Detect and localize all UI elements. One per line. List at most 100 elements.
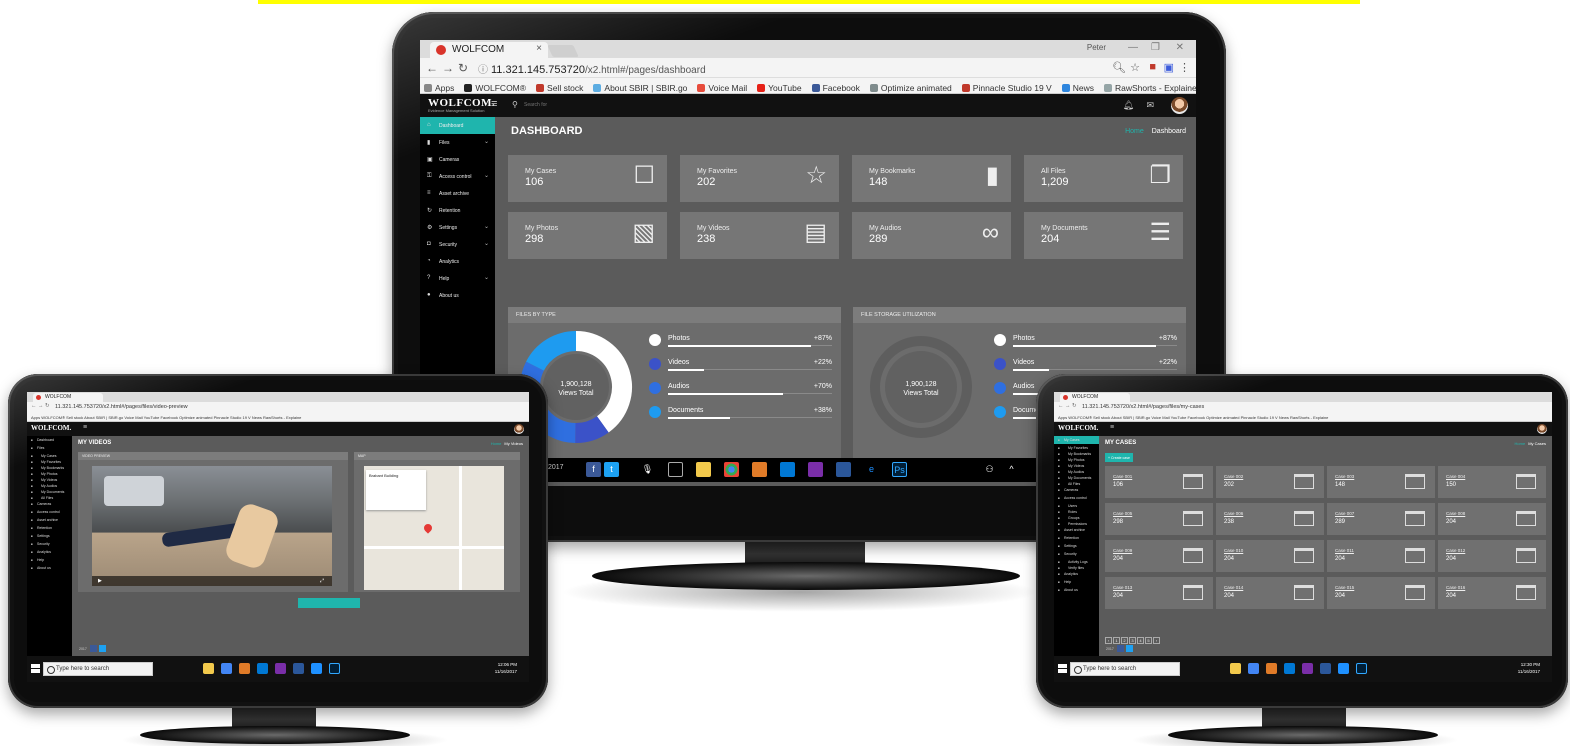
file-explorer-icon[interactable] [696,462,711,477]
people-icon[interactable]: ⚇ [982,462,997,477]
case-card-case-005[interactable]: Case 005 298 [1105,503,1213,535]
left-photoshop-icon[interactable] [329,663,340,674]
star-bookmark-icon[interactable]: ☆ [1130,61,1140,74]
right-explorer-icon[interactable] [1230,663,1241,674]
left-explorer-icon[interactable] [203,663,214,674]
url-field[interactable]: ⓘ 11.321.145.753720/x2.html#/pages/dashbo… [478,61,706,76]
right-chrome-icon[interactable] [1248,663,1259,674]
sidebar-item-files[interactable]: ▮ Files ⌄ [420,134,495,151]
tray-chevron-icon[interactable]: ^ [1004,462,1019,477]
case-name-link[interactable]: Case 001 [1113,474,1132,479]
case-card-case-003[interactable]: Case 003 148 [1327,466,1435,498]
bookmark-pinnacle-studio-19-v[interactable]: Pinnacle Studio 19 V [961,83,1052,93]
sidebar-item-help[interactable]: ? Help ⌄ [420,270,495,287]
left-skype-icon[interactable] [257,663,268,674]
maximize-icon[interactable]: ❐ [1151,42,1160,53]
right-onenote-icon[interactable] [1302,663,1313,674]
left-sidebar-item-security[interactable]: Security [27,540,72,548]
minimize-icon[interactable]: — [1128,42,1138,53]
extension-icon[interactable]: ▣ [1164,61,1174,74]
left-sidebar-item-help[interactable]: Help [27,556,72,564]
twitter-icon[interactable]: t [604,462,619,477]
case-card-case-015[interactable]: Case 015 204 [1327,577,1435,609]
left-nav-icons[interactable]: ← → ↻ [31,403,50,409]
case-name-link[interactable]: Case 010 [1224,548,1243,553]
sidebar-item-dashboard[interactable]: ⌂ Dashboard [420,117,495,134]
right-taskbar-search[interactable]: Type here to search [1070,662,1180,676]
left-sidebar-item-settings[interactable]: Settings [27,532,72,540]
case-card-case-014[interactable]: Case 014 204 [1216,577,1324,609]
messages-icon[interactable]: ✉ [1146,100,1154,111]
right-sidebar-item-my-cases[interactable]: My Cases [1054,436,1099,444]
left-edge-icon[interactable] [311,663,322,674]
left-sidebar-item-asset-archive[interactable]: Asset archive [27,516,72,524]
right-skype-icon[interactable] [1284,663,1295,674]
case-name-link[interactable]: Case 011 [1335,548,1354,553]
case-card-case-016[interactable]: Case 016 204 [1438,577,1546,609]
right-edge-icon[interactable] [1338,663,1349,674]
video-player[interactable]: ▶ ⤢ [92,466,332,586]
sidebar-item-about-us[interactable]: ● About us [420,287,495,304]
bookmark-wolfcom[interactable]: WOLFCOM® [464,83,526,93]
right-sidebar-item-cameras[interactable]: Cameras [1054,486,1099,494]
new-tab-button[interactable] [547,45,579,57]
case-card-case-008[interactable]: Case 008 204 [1438,503,1546,535]
right-windows-start-icon[interactable] [1058,664,1067,673]
browser-tab[interactable]: WOLFCOM × [430,42,548,58]
reload-icon[interactable]: ↻ [458,61,468,75]
right-address-bar[interactable]: ← → ↻ 11.321.145.753720/x2.html#/pages/fi… [1054,402,1552,413]
vlc-icon[interactable] [752,462,767,477]
left-clock[interactable]: 12:06 PM 11/16/2017 [495,661,517,675]
sidebar-item-retention[interactable]: ↻ Retention [420,202,495,219]
pager-page-4[interactable]: 4 [1137,637,1144,644]
right-brand[interactable]: WOLFCOM. [1058,424,1098,432]
right-sidebar-item-help[interactable]: Help [1054,578,1099,586]
chevron-down-icon[interactable]: ⌄ [484,223,489,230]
close-window-icon[interactable]: ✕ [1176,42,1184,53]
pager-page-2[interactable]: 2 [1121,637,1128,644]
sidebar-item-security[interactable]: ◘ Security ⌄ [420,236,495,253]
left-taskbar-search[interactable]: Type here to search [43,662,153,676]
stat-card-all-files[interactable]: All Files 1,209 ❐ [1024,155,1183,202]
right-hamburger-icon[interactable]: ≡ [1110,424,1114,431]
left-address-bar[interactable]: ← → ↻ 11.321.145.753720/x2.html#/pages/fi… [27,402,529,413]
right-vlc-icon[interactable] [1266,663,1277,674]
left-windows-start-icon[interactable] [31,664,40,673]
case-name-link[interactable]: Case 014 [1224,585,1243,590]
hamburger-menu-icon[interactable]: ≡ [491,98,497,110]
case-name-link[interactable]: Case 009 [1113,548,1132,553]
bookmark-rawshorts-explaine[interactable]: RawShorts - Explaine [1103,83,1196,93]
pager-page-3[interactable]: 3 [1129,637,1136,644]
create-case-button[interactable]: + Create case [1105,453,1133,462]
bookmark-about-sbir-sbir-go[interactable]: About SBIR | SBIR.go [593,83,687,93]
left-sidebar-item-access-control[interactable]: Access control [27,508,72,516]
pager-next-icon[interactable]: › [1153,637,1160,644]
left-sidebar-item-analytics[interactable]: Analytics [27,548,72,556]
chevron-down-icon[interactable]: ⌄ [484,240,489,247]
case-card-case-007[interactable]: Case 007 289 [1327,503,1435,535]
left-facebook-icon[interactable] [89,645,97,652]
left-sidebar-item-files[interactable]: Files [27,444,72,452]
pager-page-5[interactable]: 5 [1145,637,1152,644]
profile-name[interactable]: Peter [1087,43,1106,52]
fullscreen-icon[interactable]: ⤢ [320,578,324,584]
pager-page-1[interactable]: 1 [1113,637,1120,644]
left-onenote-icon[interactable] [275,663,286,674]
chevron-down-icon[interactable]: ⌄ [484,274,489,281]
left-hamburger-icon[interactable]: ≡ [83,424,87,431]
left-sidebar-item-cameras[interactable]: Cameras [27,500,72,508]
right-nav-icons[interactable]: ← → ↻ [1058,403,1077,409]
stat-card-my-documents[interactable]: My Documents 204 ☰ [1024,212,1183,259]
right-user-avatar[interactable] [1537,424,1547,434]
photoshop-icon[interactable]: Ps [892,462,907,477]
right-browser-tab[interactable]: WOLFCOM [1060,393,1130,402]
map-view[interactable]: Brabant Building [364,466,504,590]
bookmark-voice-mail[interactable]: Voice Mail [697,83,747,93]
right-sidebar-item-asset-archive[interactable]: Asset archive [1054,526,1099,534]
sidebar-item-settings[interactable]: ⚙ Settings ⌄ [420,219,495,236]
right-sidebar-item-retention[interactable]: Retention [1054,534,1099,542]
search-input[interactable] [524,102,604,108]
task-view-icon[interactable] [668,462,683,477]
video-controls[interactable]: ▶ ⤢ [92,576,332,586]
bookmark-facebook[interactable]: Facebook [811,83,860,93]
